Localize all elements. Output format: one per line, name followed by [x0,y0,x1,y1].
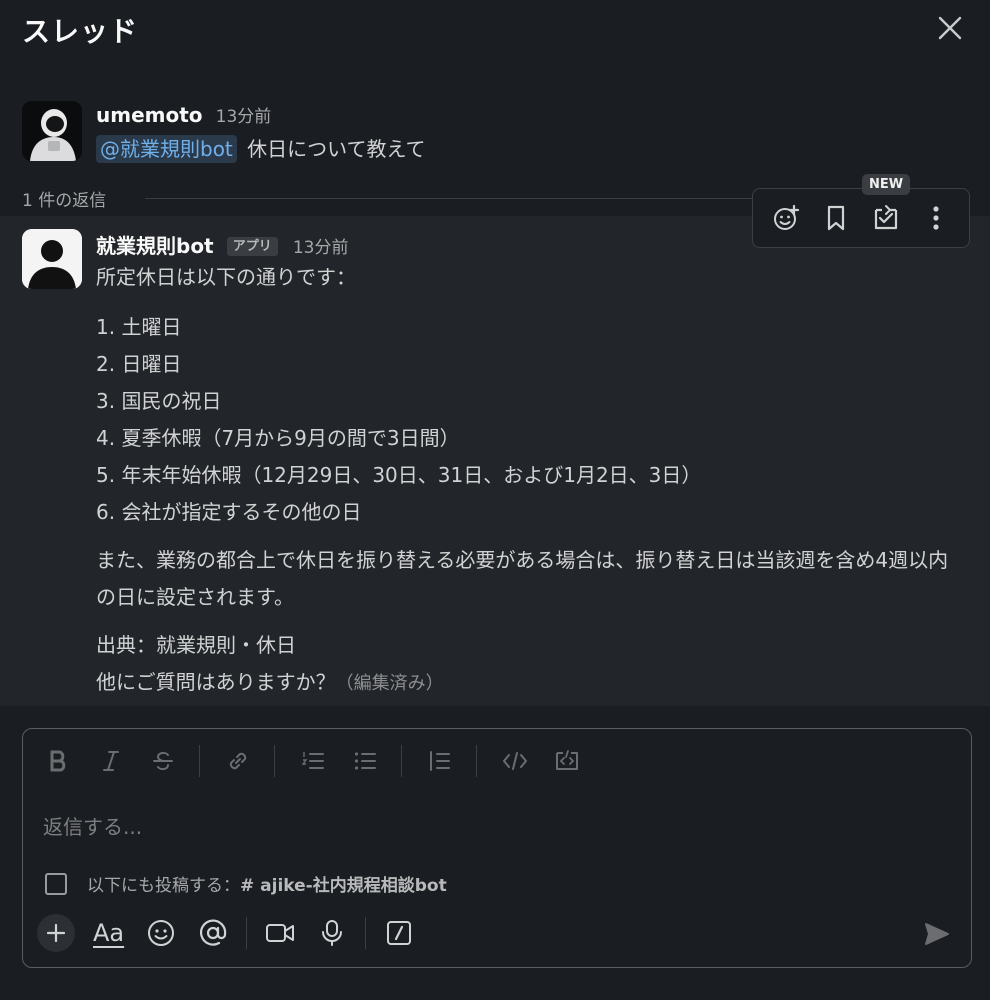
divider [274,745,275,777]
author-name[interactable]: 就業規則bot [96,234,214,258]
reply-intro: 所定休日は以下の通りです： [96,265,356,289]
reply-closing: 他にご質問はありますか？（編集済み） [96,664,444,702]
reply-count: 1 件の返信 [22,191,107,211]
add-reaction-button[interactable] [766,198,806,238]
mention-icon [200,919,227,946]
bold-button[interactable] [43,745,75,777]
ordered-list-button[interactable] [297,745,329,777]
list-item: 4. 夏季休暇（7月から9月の間で3日間） [96,426,460,450]
mention-button[interactable] [194,914,232,952]
microphone-icon [322,920,343,946]
blockquote-icon [430,751,450,771]
ordered-list-icon [301,752,324,769]
list-item: 5. 年末年始休暇（12月29日、30日、31日、および1月2日、3日） [96,463,702,487]
plus-icon [46,923,66,943]
holiday-list: 1. 土曜日 2. 日曜日 3. 国民の祝日 4. 夏季休暇（7月から9月の間で… [96,309,701,531]
add-reaction-icon [774,204,800,230]
divider [145,198,760,199]
timestamp[interactable]: 13分前 [216,107,272,127]
blockquote-button[interactable] [424,745,456,777]
emoji-icon [148,920,175,946]
slash-command-icon [387,921,412,945]
list-item: 2. 日曜日 [96,352,182,376]
reply-composer: 返信する... 以下にも投稿する： # ajike-社内規程相談bot Aa [22,728,972,968]
divider [365,917,367,949]
thread-title: スレッド [22,15,139,48]
parent-message-text: @就業規則bot 休日について教えて [96,134,426,164]
strikethrough-button[interactable] [147,745,179,777]
bullet-list-button[interactable] [349,745,381,777]
italic-button[interactable] [95,745,127,777]
more-icon [933,206,939,230]
forward-button[interactable] [866,198,906,238]
parent-message-body: 休日について教えて [247,137,426,161]
code-button[interactable] [499,745,531,777]
italic-icon [103,751,119,771]
reply-question: 他にご質問はありますか？ [96,670,336,694]
reply-header: 就業規則bot アプリ 13分前 [96,230,348,259]
edited-label: （編集済み） [335,673,444,694]
send-icon [925,923,949,945]
formatting-toggle-button[interactable]: Aa [89,914,128,952]
list-item: 3. 国民の祝日 [96,389,222,413]
astronaut-avatar-icon [22,101,82,161]
channel-link[interactable]: # ajike-社内規程相談bot [240,871,447,896]
bookmark-button[interactable] [816,198,856,238]
code-block-button[interactable] [551,745,583,777]
format-text-icon: Aa [93,919,125,947]
author-name[interactable]: umemoto [96,103,203,127]
code-icon [503,752,527,770]
list-item: 1. 土曜日 [96,315,182,339]
timestamp[interactable]: 13分前 [293,238,349,258]
close-icon [938,16,962,40]
app-badge: アプリ [226,237,278,256]
audio-clip-button[interactable] [313,914,351,952]
reply-input[interactable]: 返信する... [43,811,142,840]
attach-button[interactable] [37,914,75,952]
composer-actions: Aa [37,913,432,953]
bot-avatar[interactable] [22,229,82,289]
video-icon [266,924,295,942]
divider [246,917,248,949]
message-actions [752,188,970,248]
shortcuts-button[interactable] [380,914,418,952]
reply-paragraph: また、業務の都合上で休日を振り替える必要がある場合は、振り替え日は当該週を含め4… [96,548,949,609]
video-clip-button[interactable] [261,914,299,952]
also-send-label: 以下にも投稿する： [87,876,240,896]
more-actions-button[interactable] [916,198,956,238]
mention-link[interactable]: @就業規則bot [96,135,237,163]
bookmark-icon [827,205,845,231]
avatar[interactable] [22,101,82,161]
forward-icon [874,205,898,230]
user-silhouette-icon [22,229,82,289]
also-send-to-channel: 以下にも投稿する： # ajike-社内規程相談bot [45,871,447,896]
code-block-icon [556,750,578,770]
bold-icon [50,750,66,772]
emoji-button[interactable] [142,914,180,952]
link-button[interactable] [222,745,254,777]
reply-source: 出典：就業規則・休日 [96,633,296,657]
also-send-checkbox[interactable] [45,872,67,895]
divider [199,745,200,777]
strikethrough-icon [153,751,173,771]
link-icon [229,752,247,770]
formatting-toolbar [43,743,603,779]
close-button[interactable] [930,10,970,46]
list-item: 6. 会社が指定するその他の日 [96,500,362,524]
divider [476,745,477,777]
divider [401,745,402,777]
new-feature-badge: NEW [862,174,911,195]
parent-message-header: umemoto 13分前 [96,102,271,127]
send-button[interactable] [918,915,956,953]
bullet-list-icon [354,752,376,770]
